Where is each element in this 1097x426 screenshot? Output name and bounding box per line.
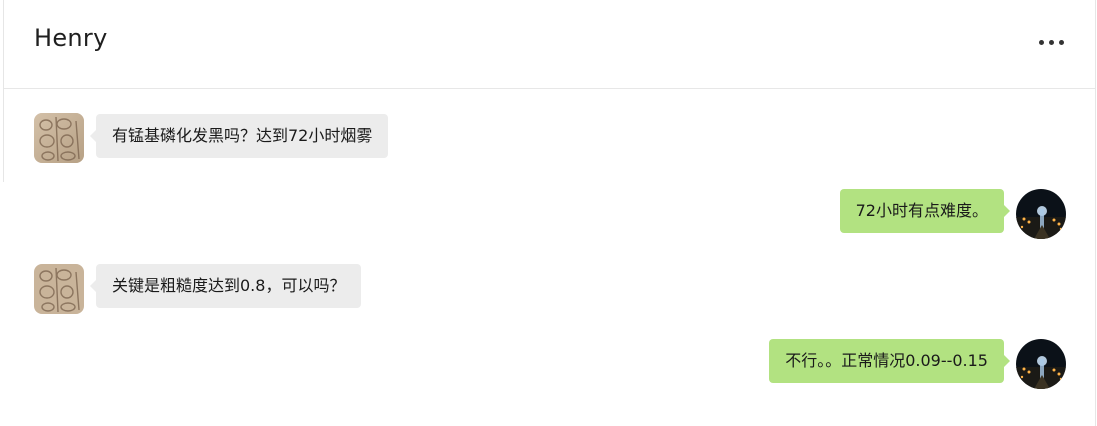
- right-border: [1095, 0, 1096, 426]
- message-bubble-outgoing[interactable]: 72小时有点难度。: [839, 189, 1011, 233]
- contact-name: Henry: [34, 24, 108, 52]
- stone-carving-avatar-image: [34, 264, 84, 314]
- stone-carving-avatar[interactable]: [34, 113, 84, 163]
- message-bubble-outgoing[interactable]: 不行。。正常情况0.09--0.15: [769, 339, 1010, 383]
- night-city-avatar-image: [1016, 189, 1066, 239]
- ellipsis-icon: [1039, 40, 1044, 45]
- stone-carving-avatar[interactable]: [34, 264, 84, 314]
- more-options-button[interactable]: [1037, 34, 1067, 50]
- stone-carving-avatar-image: [34, 113, 84, 163]
- night-city-avatar[interactable]: [1016, 339, 1066, 389]
- message-bubble-incoming[interactable]: 有锰基磷化发黑吗？达到72小时烟雾: [89, 114, 389, 158]
- night-city-avatar-image: [1016, 339, 1066, 389]
- chat-window: Henry 有锰基磷化发黑吗？达到72小时烟雾 72小时有点难度。 关键是粗糙度…: [0, 0, 1097, 426]
- night-city-avatar[interactable]: [1016, 189, 1066, 239]
- message-bubble-incoming[interactable]: 关键是粗糙度达到0.8，可以吗？: [89, 264, 362, 308]
- chat-header: Henry: [4, 0, 1095, 89]
